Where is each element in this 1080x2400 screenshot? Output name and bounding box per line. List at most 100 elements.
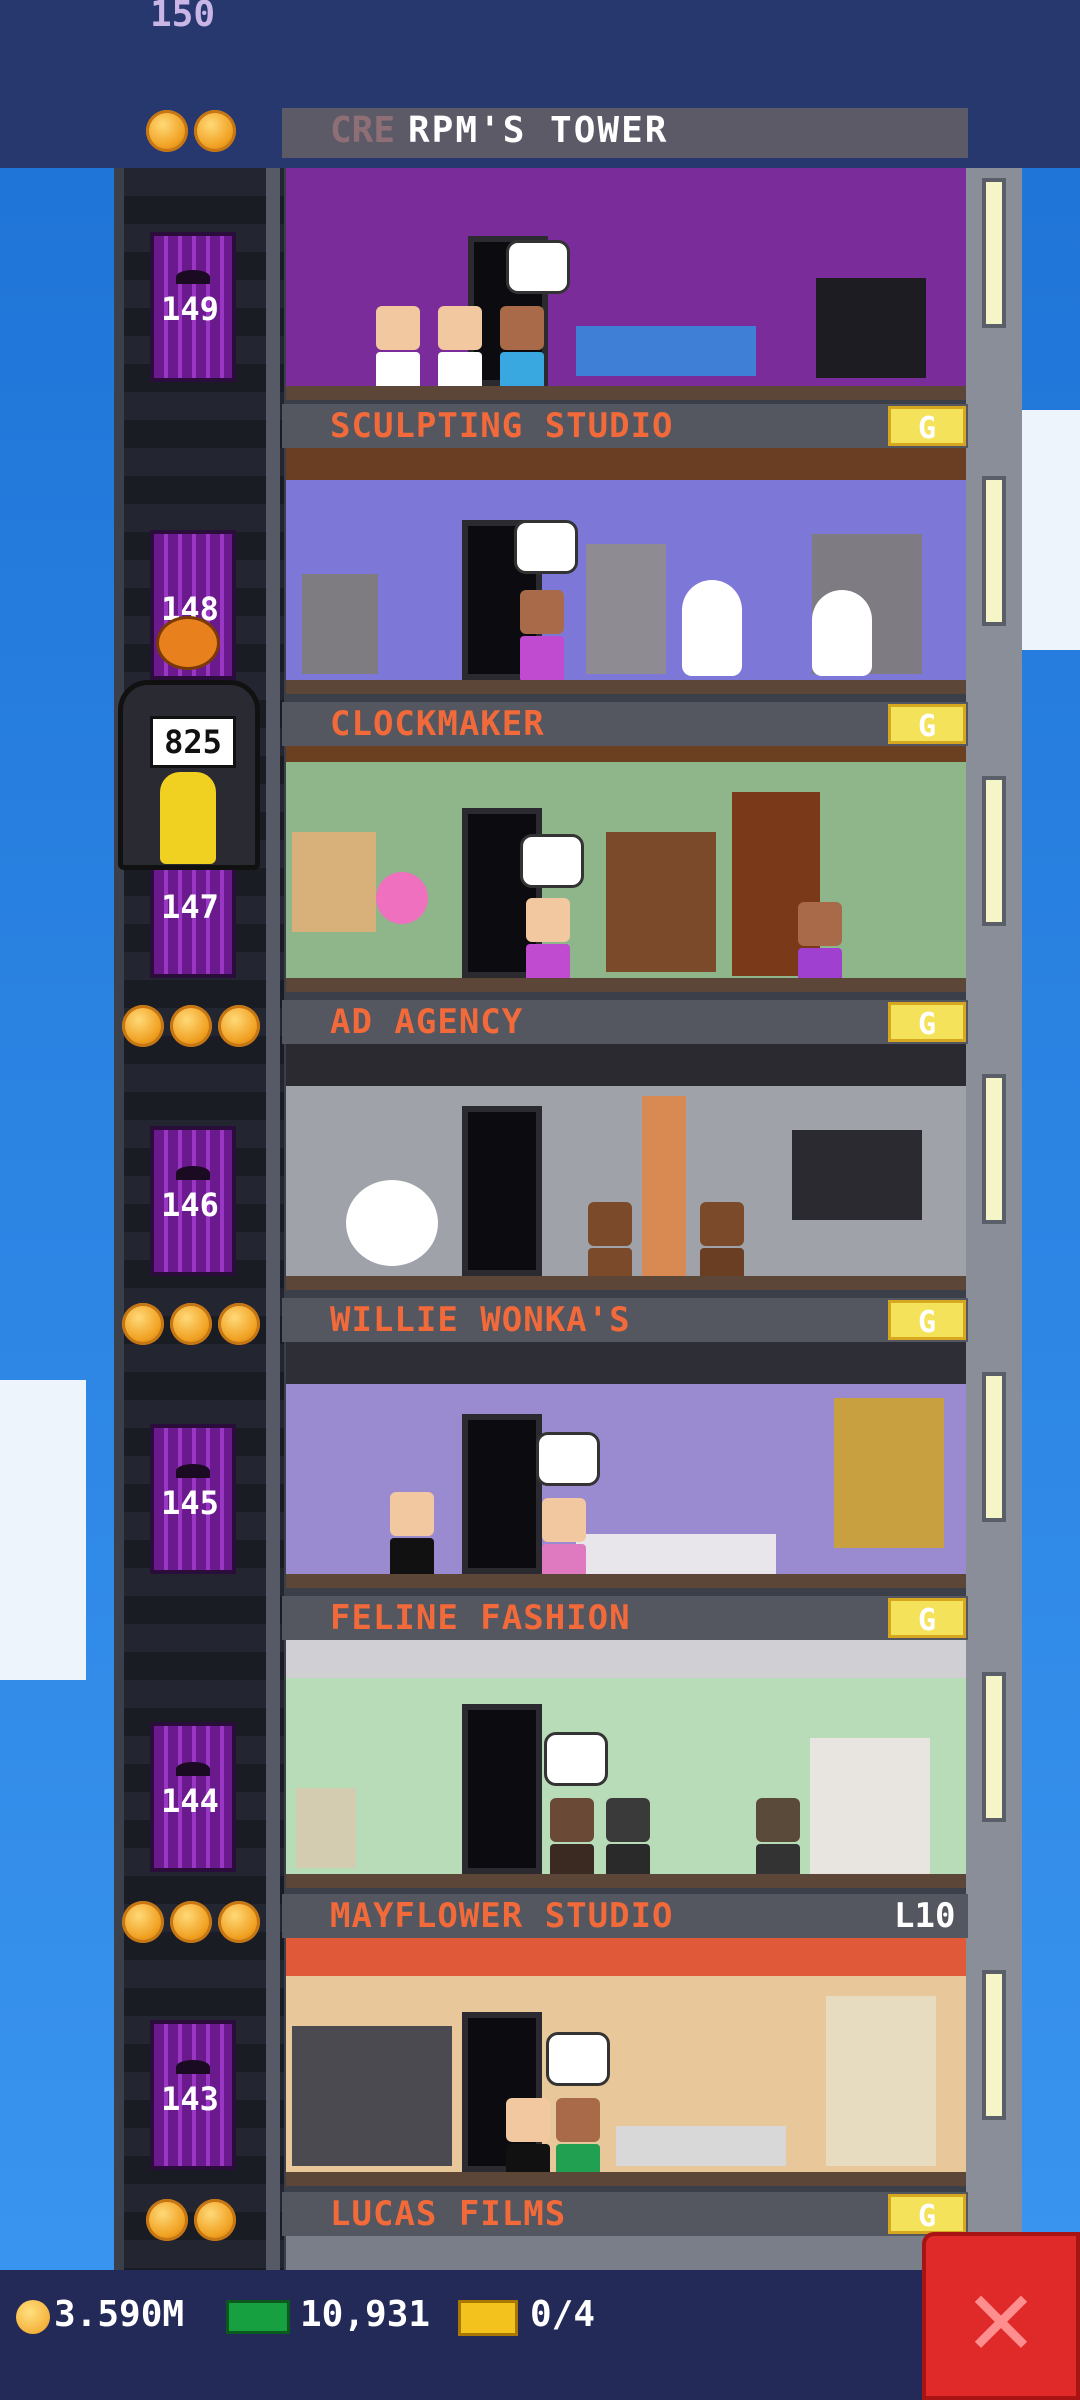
room-sculpting-studio[interactable] xyxy=(286,444,966,694)
coin-icon xyxy=(122,1901,164,1943)
speech-bubble xyxy=(514,520,578,574)
pumpkin-icon xyxy=(156,616,220,670)
floor-line xyxy=(286,978,966,992)
ceiling xyxy=(286,1338,966,1384)
elevator-rider xyxy=(160,772,216,864)
floor-label: WILLIE WONKA'S xyxy=(330,1300,631,1340)
room-clockmaker[interactable] xyxy=(286,742,966,992)
top-floor-number: 150 xyxy=(150,0,216,35)
window xyxy=(982,1074,1006,1224)
speech-bubble xyxy=(544,1732,608,1786)
cloud xyxy=(0,1380,86,1680)
floor-label: MAYFLOWER STUDIO xyxy=(330,1896,674,1936)
floor-coins[interactable] xyxy=(122,1303,260,1345)
pillar xyxy=(642,1096,686,1276)
floor-label: FELINE FASHION xyxy=(330,1598,631,1638)
level-badge: L10 xyxy=(894,1896,956,1936)
title-ghost-text: CRE xyxy=(330,110,396,151)
coin-icon xyxy=(170,1303,212,1345)
tower-title: RPM'S TOWER xyxy=(408,110,669,151)
sofa xyxy=(576,326,756,376)
speech-bubble xyxy=(520,834,584,888)
floor-number: 145 xyxy=(161,1484,219,1522)
tv-screen xyxy=(792,1130,922,1220)
floor-number: 147 xyxy=(161,888,219,926)
floor-number: 144 xyxy=(161,1782,219,1820)
desk xyxy=(816,278,926,378)
coin-icon xyxy=(16,2300,50,2334)
floor-coins[interactable] xyxy=(122,1901,260,1943)
floor-line xyxy=(286,1574,966,1588)
upgrade-badge[interactable]: G xyxy=(888,1300,966,1340)
room-mayflower-studio[interactable] xyxy=(286,1936,966,2186)
person[interactable] xyxy=(520,590,564,682)
elevator-passenger-count: 825 xyxy=(150,716,236,768)
floor-label: CLOCKMAKER xyxy=(330,704,545,744)
pink-clock xyxy=(376,872,428,924)
person[interactable] xyxy=(438,306,482,398)
room-feline-fashion[interactable] xyxy=(286,1638,966,1888)
bat-decoration xyxy=(176,2060,210,2074)
window xyxy=(982,1672,1006,1822)
bat-decoration xyxy=(176,1762,210,1776)
person[interactable] xyxy=(526,898,570,990)
person[interactable] xyxy=(390,1492,434,1584)
coin-icon xyxy=(146,2199,188,2241)
room-door xyxy=(462,1106,542,1276)
awning xyxy=(286,1936,966,1976)
coin-icon xyxy=(170,1005,212,1047)
counter xyxy=(576,1534,776,1578)
tool-board xyxy=(292,832,376,932)
floor-coins[interactable] xyxy=(146,2199,236,2241)
coin-balance: 3.590M xyxy=(54,2294,185,2335)
upgrade-badge[interactable]: G xyxy=(888,406,966,446)
tower-header: 150 CRE RPM'S TOWER xyxy=(0,0,1080,168)
computer xyxy=(296,1788,356,1868)
floor-coins[interactable] xyxy=(122,1005,260,1047)
upgrade-badge[interactable]: G xyxy=(888,1002,966,1042)
close-button[interactable]: ✕ xyxy=(922,2232,1080,2400)
window xyxy=(982,476,1006,626)
floor-number: 149 xyxy=(161,290,219,328)
shelf-beam xyxy=(286,444,966,480)
flower-shelf xyxy=(826,1996,936,2166)
speech-bubble xyxy=(506,240,570,294)
room-ad-agency[interactable] xyxy=(286,1040,966,1290)
upgrade-badge[interactable]: G xyxy=(888,1598,966,1638)
header-coins xyxy=(146,110,236,152)
coin-icon xyxy=(194,2199,236,2241)
floor-label: AD AGENCY xyxy=(330,1002,524,1042)
coin-icon xyxy=(218,1901,260,1943)
room-door xyxy=(462,1704,542,1874)
floor-number: 143 xyxy=(161,2080,219,2118)
bux-icon xyxy=(226,2300,290,2334)
fabric-rack xyxy=(810,1738,930,1878)
snowman xyxy=(682,580,742,676)
sculpture xyxy=(302,574,378,674)
speech-bubble xyxy=(536,1432,600,1486)
coin-icon xyxy=(122,1005,164,1047)
floor-line xyxy=(286,1276,966,1290)
person[interactable] xyxy=(500,306,544,398)
room-lucas-films[interactable] xyxy=(286,2234,966,2270)
ticket-count: 0/4 xyxy=(530,2294,596,2335)
coin-icon xyxy=(122,1303,164,1345)
person[interactable] xyxy=(376,306,420,398)
floor-number: 146 xyxy=(161,1186,219,1224)
floor-label: LUCAS FILMS xyxy=(330,2194,567,2234)
floor-line xyxy=(286,386,966,400)
coin-icon xyxy=(146,110,188,152)
window xyxy=(982,776,1006,926)
room-rpm[interactable] xyxy=(286,168,966,400)
room-door xyxy=(462,1414,542,1574)
coin-icon xyxy=(194,110,236,152)
upgrade-badge[interactable]: G xyxy=(888,2194,966,2234)
bat-decoration xyxy=(176,270,210,284)
shaft-rail xyxy=(266,168,280,2270)
upgrade-badge[interactable]: G xyxy=(888,704,966,744)
flower-counter xyxy=(616,2126,786,2166)
coin-icon xyxy=(170,1901,212,1943)
window xyxy=(982,178,1006,328)
sculpture xyxy=(586,544,666,674)
room-willie-wonkas[interactable] xyxy=(286,1338,966,1588)
